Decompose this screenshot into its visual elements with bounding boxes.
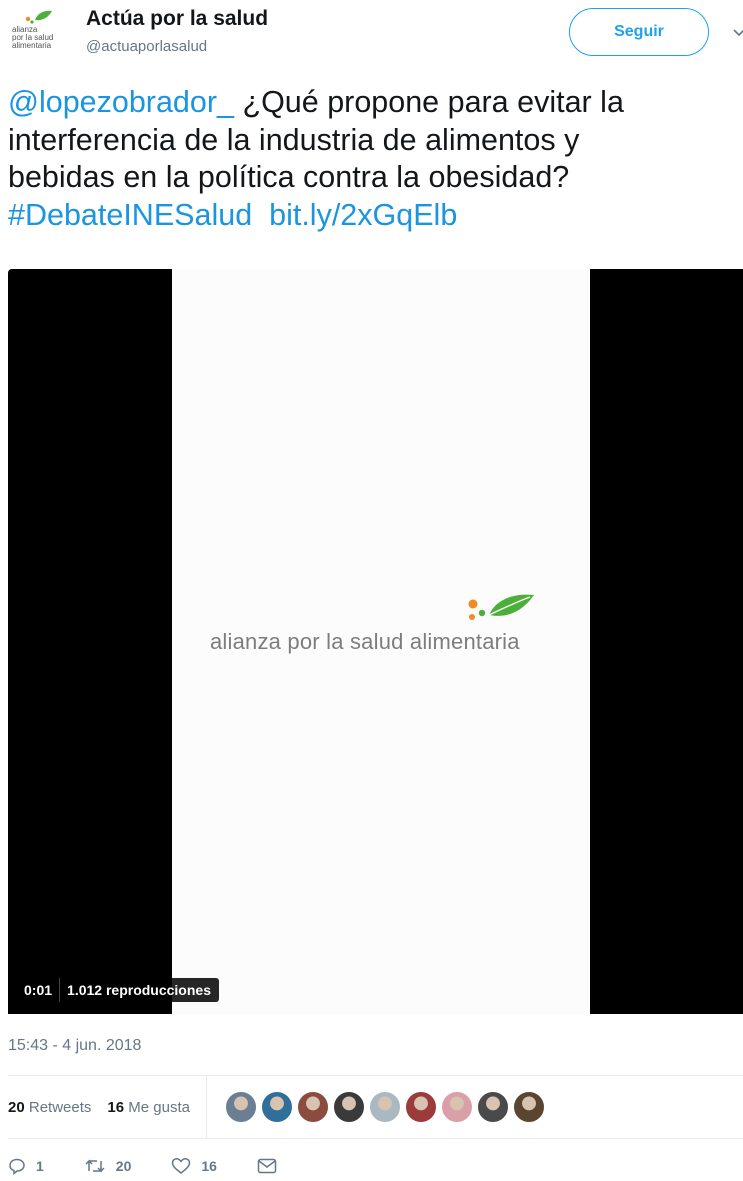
video-views: 1.012 reproducciones: [67, 982, 211, 998]
liker-avatar[interactable]: [224, 1091, 257, 1123]
liker-avatar[interactable]: [368, 1091, 401, 1123]
reply-icon: [9, 1158, 25, 1175]
like-count: 16: [201, 1158, 217, 1174]
liker-avatar[interactable]: [296, 1091, 329, 1123]
liker-avatar[interactable]: [476, 1091, 509, 1123]
tweet-text: @lopezobrador_ ¿Qué propone para evitar …: [8, 84, 743, 234]
tweet-line-1: ¿Qué propone para evitar la: [233, 85, 624, 119]
tweet-line-3: bebidas en la política contra la obesida…: [8, 160, 570, 194]
mention-link[interactable]: @lopezobrador_: [8, 85, 234, 119]
message-icon: [257, 1158, 277, 1174]
liker-avatar[interactable]: [404, 1091, 437, 1123]
avatar-logo-text: alianza por la salud alimentaria: [12, 25, 54, 50]
video-stats-badge: 0:01 1.012 reproducciones: [16, 978, 219, 1002]
tweet-timestamp[interactable]: 15:43 - 4 jun. 2018: [8, 1037, 141, 1055]
tweet-header: alianza por la salud alimentaria Actúa p…: [0, 0, 743, 64]
stats-separator: [205, 1076, 207, 1138]
reply-count: 1: [36, 1158, 44, 1174]
liker-avatar[interactable]: [332, 1091, 365, 1123]
account-avatar[interactable]: alianza por la salud alimentaria: [8, 6, 68, 58]
like-action[interactable]: 16: [171, 1157, 217, 1175]
heart-icon: [172, 1158, 191, 1174]
retweet-icon: [85, 1159, 105, 1173]
retweet-action[interactable]: 20: [84, 1157, 132, 1175]
liker-avatar[interactable]: [440, 1091, 473, 1123]
tweet-line-2: interferencia de la industria de aliment…: [8, 122, 580, 157]
video-time: 0:01: [24, 982, 53, 998]
video-brand-text: alianza por la salud alimentaria: [210, 629, 520, 654]
account-name[interactable]: Actúa por la salud: [86, 7, 268, 31]
divider-bottom: [8, 1138, 743, 1139]
badge-separator: [59, 978, 61, 1002]
tweet-stats: 20 Retweets 16 Me gusta: [8, 1076, 743, 1138]
retweets-stat[interactable]: 20 Retweets: [8, 1099, 91, 1116]
reply-action[interactable]: 1: [8, 1157, 44, 1175]
liker-avatar[interactable]: [260, 1091, 293, 1123]
video-player[interactable]: alianza por la salud alimentaria 0:01 1.…: [8, 269, 743, 1014]
chevron-down-icon[interactable]: [732, 26, 743, 40]
url-link[interactable]: bit.ly/2xGqElb: [269, 198, 457, 232]
follow-button[interactable]: Seguir: [569, 8, 709, 56]
video-frame: alianza por la salud alimentaria: [172, 269, 590, 1014]
message-action[interactable]: [257, 1158, 287, 1174]
leaf-logo-icon: [468, 594, 534, 620]
likes-stat[interactable]: 16 Me gusta: [107, 1099, 190, 1116]
retweet-count: 20: [115, 1158, 132, 1174]
liker-avatar[interactable]: [512, 1091, 545, 1123]
hashtag-link[interactable]: #DebateINESalud: [8, 198, 252, 232]
video-brand-logo: alianza por la salud alimentaria: [210, 591, 570, 661]
account-handle[interactable]: @actuaporlasalud: [86, 38, 207, 55]
liker-avatars: [224, 1091, 549, 1123]
tweet-actions: 1 20 16: [8, 1154, 327, 1178]
